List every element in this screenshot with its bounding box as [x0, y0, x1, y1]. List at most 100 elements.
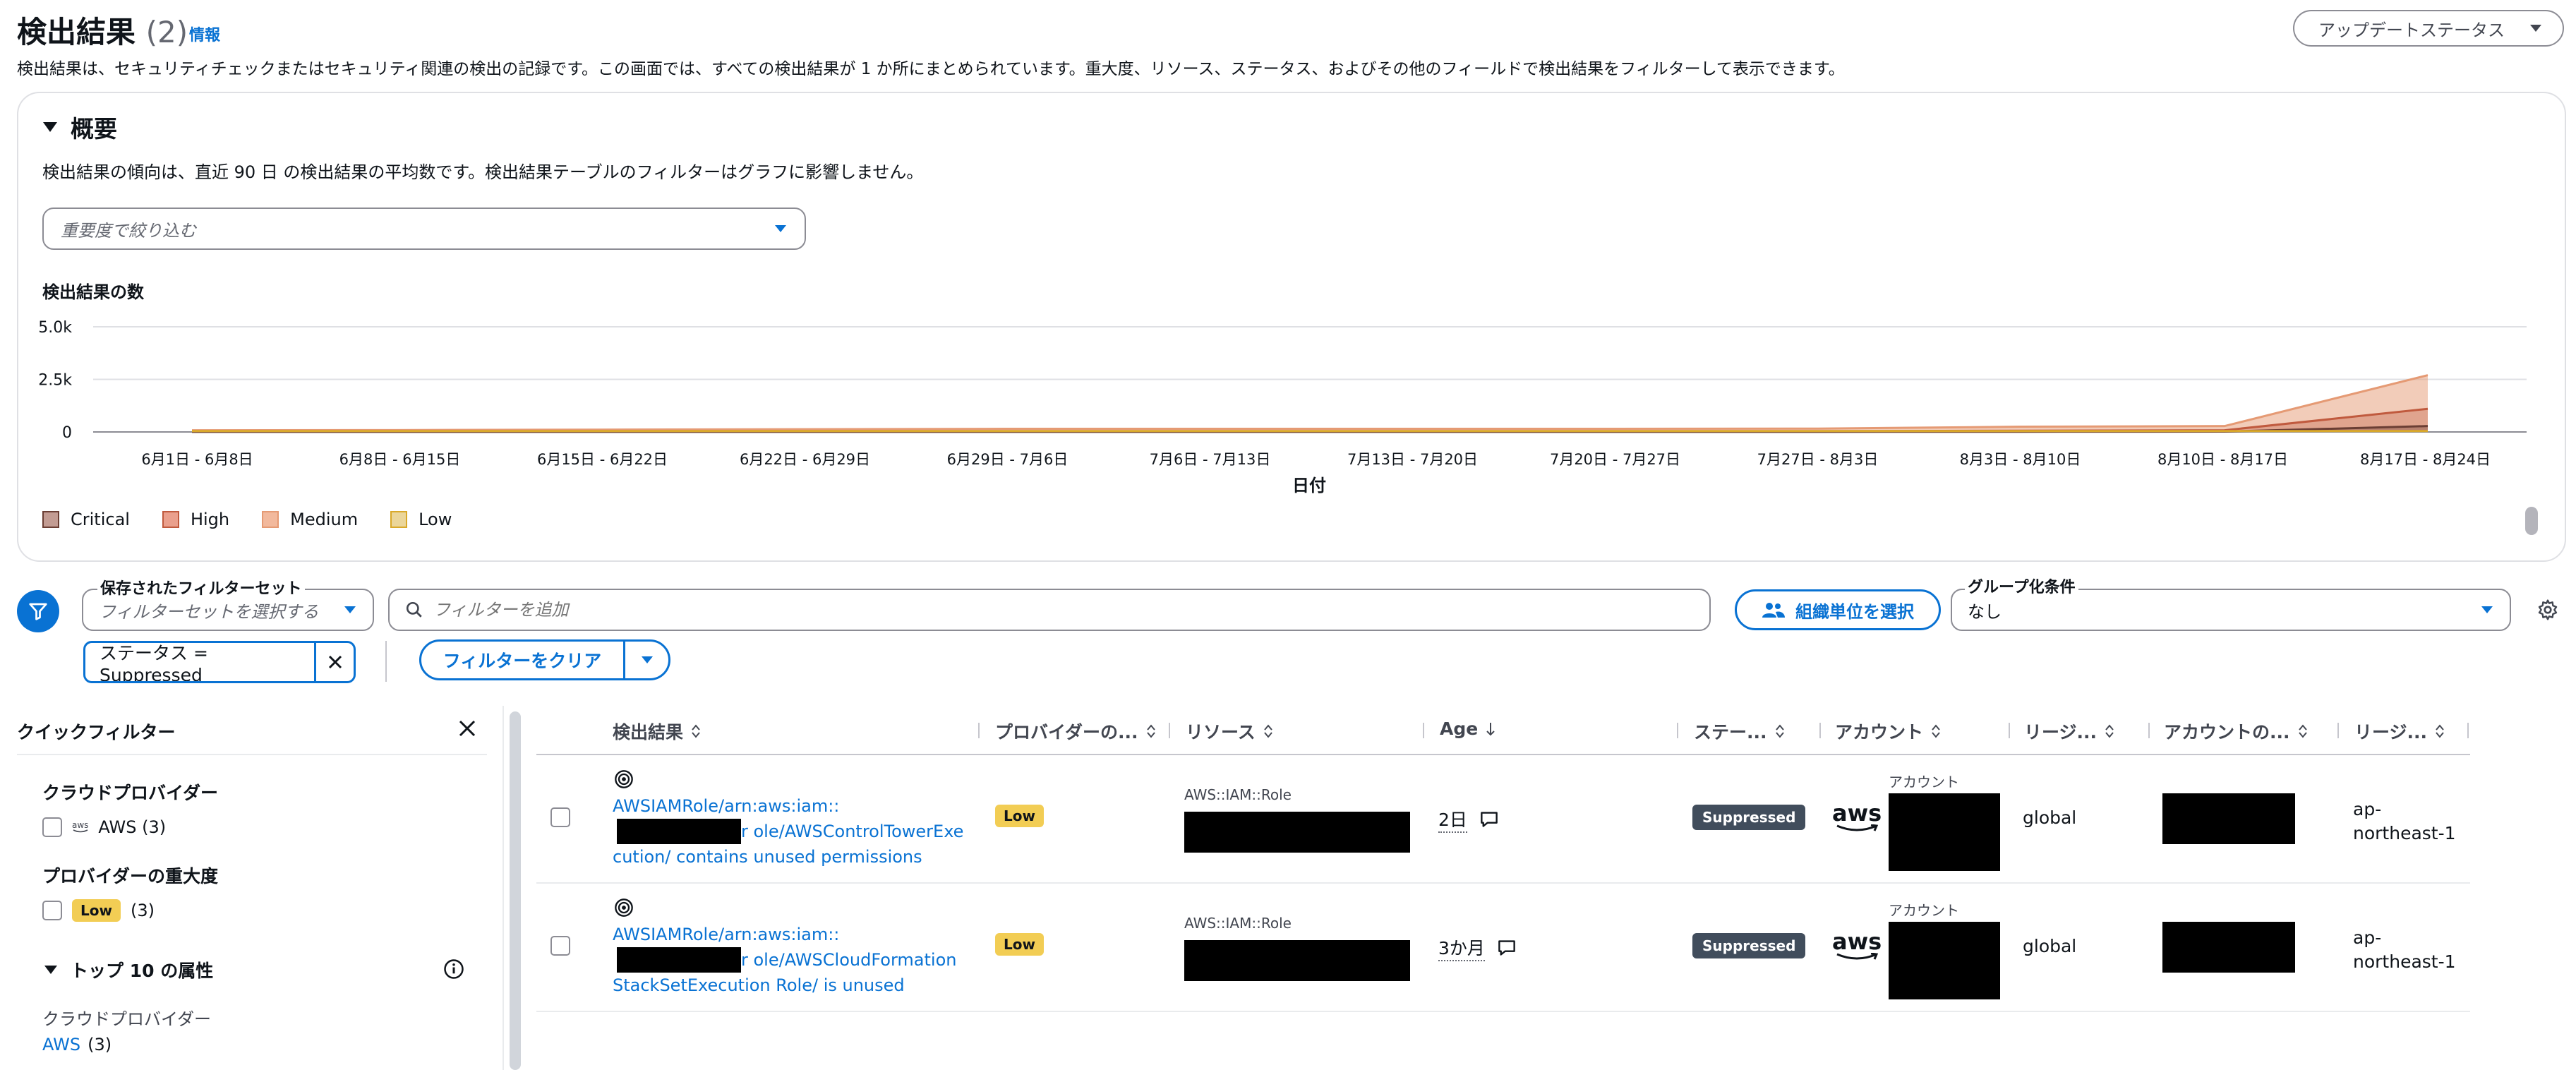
findings-area-chart: 5.0k 2.5k 0 6月1日 - 6月8日 6月8日 - 6月15日 6月15日 - …: [38, 319, 2527, 495]
column-header-label: リソース: [1186, 722, 1256, 743]
column-header-label: アカウント: [1835, 722, 1924, 743]
filter-toggle-button[interactable]: [17, 590, 59, 632]
column-header[interactable]: リージ...: [2354, 719, 2445, 744]
column-header[interactable]: リソース: [1186, 719, 1274, 744]
remove-token-button[interactable]: [314, 643, 354, 681]
redacted-resource: [1184, 812, 1410, 853]
provider-checkbox[interactable]: [42, 817, 62, 837]
redacted-account-name: [2162, 922, 2295, 973]
x-tick-label: 8月10日 - 8月17日: [2157, 451, 2288, 468]
legend-item-high[interactable]: High: [162, 510, 229, 529]
attr-value-link[interactable]: AWS: [42, 1035, 80, 1054]
sort-icon: [2105, 724, 2114, 738]
finding-link[interactable]: AWSIAMRole/arn:aws:iam::r ole/AWSControl…: [613, 793, 965, 870]
severity-heading: プロバイダーの重大度: [42, 866, 219, 886]
age-value: 3か月: [1438, 934, 1485, 961]
aws-smile-icon: [1836, 824, 1879, 831]
chart-heading: 検出結果の数: [42, 282, 144, 302]
caret-down-icon: [641, 656, 653, 663]
close-icon[interactable]: [457, 719, 477, 738]
column-separator[interactable]: [2148, 723, 2150, 738]
sort-icon: [1146, 724, 1155, 738]
legend-item-medium[interactable]: Medium: [262, 510, 358, 529]
row-checkbox[interactable]: [550, 807, 570, 827]
status-badge: Suppressed: [1692, 933, 1806, 958]
legend-label: Low: [419, 510, 452, 529]
target-icon: [615, 770, 633, 788]
aws-smile-icon: [73, 829, 88, 833]
filter-search-input[interactable]: [433, 600, 1633, 620]
overview-scroll-handle[interactable]: [2525, 507, 2538, 535]
column-separator[interactable]: [2337, 723, 2339, 738]
top10-toggle[interactable]: トップ 10 の属性: [44, 957, 213, 982]
column-header-label: アカウントの...: [2164, 722, 2290, 743]
column-separator[interactable]: [1677, 723, 1678, 738]
column-separator[interactable]: [2009, 723, 2010, 738]
saved-filter-label: 保存されたフィルターセット: [97, 576, 305, 599]
severity-filter-select[interactable]: 重要度で絞り込む: [42, 208, 806, 250]
age-cell: 2日: [1438, 806, 1500, 833]
account-label: アカウント: [1889, 774, 1959, 791]
divider: [17, 754, 487, 755]
update-status-label: アップデートステータス: [2318, 20, 2505, 40]
x-tick-label: 6月29日 - 7月6日: [947, 451, 1069, 468]
column-header-label: Age: [1440, 719, 1479, 739]
severity-filter-option[interactable]: Low (3): [42, 899, 155, 922]
column-header[interactable]: 検出結果: [613, 719, 702, 744]
sort-descending-icon: [1486, 722, 1495, 735]
search-icon: [406, 601, 422, 618]
column-separator[interactable]: [1819, 723, 1821, 738]
column-separator[interactable]: [1169, 723, 1170, 738]
resource-type: AWS::IAM::Role: [1184, 786, 1292, 803]
filter-search-box[interactable]: [388, 589, 1711, 631]
severity-badge: Low: [995, 933, 1044, 956]
attr-value-count: (3): [88, 1035, 112, 1054]
settings-gear-icon[interactable]: [2536, 599, 2559, 621]
column-separator[interactable]: [1423, 723, 1424, 738]
divider: [385, 641, 387, 682]
filter-icon: [29, 603, 47, 620]
comment-icon[interactable]: [1496, 939, 1517, 957]
panel-scrollbar[interactable]: [510, 711, 521, 1070]
column-separator[interactable]: [2467, 723, 2469, 738]
column-header[interactable]: リージ...: [2024, 719, 2115, 744]
legend-item-critical[interactable]: Critical: [42, 510, 130, 529]
clear-filters-dropdown[interactable]: [623, 642, 668, 678]
update-status-button[interactable]: アップデートステータス: [2293, 10, 2564, 47]
row-checkbox[interactable]: [550, 936, 570, 956]
column-header[interactable]: Age: [1440, 719, 1496, 739]
x-tick-label: 6月1日 - 6月8日: [141, 451, 253, 468]
select-org-unit-button[interactable]: 組織単位を選択: [1735, 589, 1941, 630]
caret-down-icon: [44, 966, 57, 974]
caret-down-icon: [775, 225, 786, 232]
page-title: 検出結果 (2): [17, 8, 188, 52]
legend-item-low[interactable]: Low: [390, 510, 452, 529]
group-by-label: グループ化条件: [1965, 575, 2078, 597]
severity-option-count: (3): [130, 901, 155, 920]
page-description: 検出結果は、セキュリティチェックまたはセキュリティ関連の検出の記録です。この画面…: [17, 60, 1845, 78]
info-icon[interactable]: [443, 958, 464, 980]
target-icon: [615, 898, 633, 917]
finding-link[interactable]: AWSIAMRole/arn:aws:iam::r ole/AWSCloudFo…: [613, 922, 965, 998]
column-header-label: 検出結果: [613, 722, 684, 743]
severity-checkbox[interactable]: [42, 901, 62, 920]
column-header[interactable]: アカウントの...: [2164, 719, 2309, 744]
provider-filter-option[interactable]: aws AWS (3): [42, 817, 166, 837]
x-tick-label: 7月27日 - 8月3日: [1757, 451, 1879, 468]
column-header[interactable]: プロバイダーの...: [995, 719, 1157, 744]
info-link[interactable]: 情報: [189, 23, 220, 45]
column-header[interactable]: ステー...: [1694, 719, 1786, 744]
overview-toggle[interactable]: 概要: [42, 110, 117, 144]
overview-description: 検出結果の傾向は、直近 90 日 の検出結果の平均数です。検出結果テーブルのフィ…: [42, 162, 924, 182]
legend-swatch: [262, 511, 279, 528]
x-axis-label: 日付: [1292, 476, 1326, 495]
caret-down-icon: [43, 122, 57, 132]
column-separator[interactable]: [978, 723, 980, 738]
column-header[interactable]: アカウント: [1835, 719, 1942, 744]
x-tick-label: 6月15日 - 6月22日: [537, 451, 668, 468]
comment-icon[interactable]: [1479, 810, 1500, 829]
chart-legend: Critical High Medium Low: [42, 510, 452, 529]
y-tick-label: 0: [62, 424, 72, 442]
clear-filters-button[interactable]: フィルターをクリア: [421, 642, 623, 678]
x-tick-label: 7月13日 - 7月20日: [1347, 451, 1478, 468]
